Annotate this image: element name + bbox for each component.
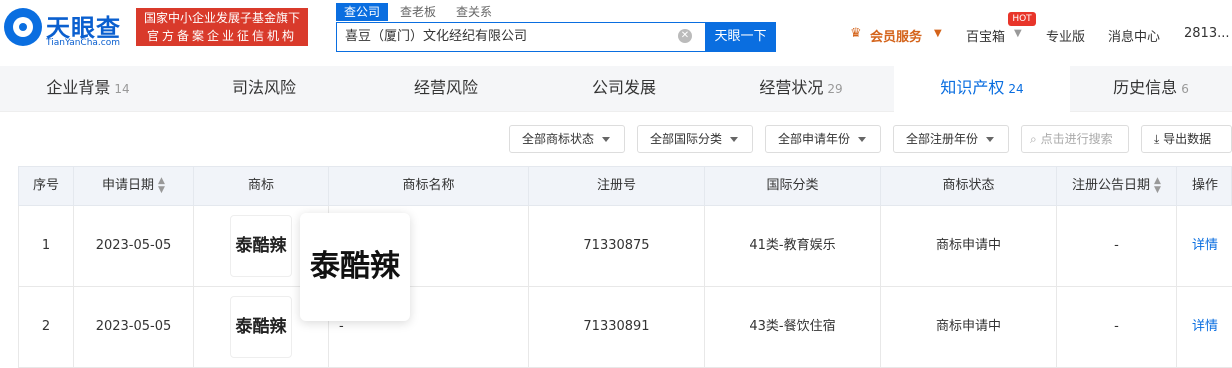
tab-intellectual-property[interactable]: 知识产权 24 xyxy=(894,66,1070,112)
search-tab-boss[interactable]: 查老板 xyxy=(392,3,444,21)
status-filter-dropdown[interactable]: 全部商标状态 xyxy=(509,125,625,153)
col-intl-class: 国际分类 xyxy=(705,167,881,207)
table-header: 序号 申请日期 ▲ ▼ 商标 商标名称 注册号 国际分类 商标状态 注册公告日期 ▲ ▼… xyxy=(18,166,1232,207)
cell-reg-number: 71330875 xyxy=(529,206,705,286)
chevron-down-icon xyxy=(730,137,739,142)
tab-label: 司法风险 xyxy=(231,78,296,97)
cell-apply-date: 2023-05-05 xyxy=(74,206,194,286)
filter-label: 全部申请年份 xyxy=(778,132,851,146)
tab-legal-risk[interactable]: 司法风险 xyxy=(176,66,352,112)
search-tab-company[interactable]: 查公司 xyxy=(336,3,389,21)
detail-link[interactable]: 详情 xyxy=(1177,287,1232,367)
cell-index: 1 xyxy=(19,206,74,286)
chevron-down-icon xyxy=(602,137,611,142)
sort-icon: ▲ ▼ xyxy=(1154,175,1161,195)
crown-icon: ♛ xyxy=(850,26,862,41)
filter-label: 全部商标状态 xyxy=(522,132,595,146)
search-tab-relation[interactable]: 查关系 xyxy=(448,3,500,21)
tab-operation-risk[interactable]: 经营风险 xyxy=(352,66,540,112)
export-label: 导出数据 xyxy=(1163,132,1212,146)
search-type-tabs: 查公司 查老板 查关系 xyxy=(336,3,504,21)
intl-class-filter-dropdown[interactable]: 全部国际分类 xyxy=(637,125,753,153)
detail-link[interactable]: 详情 xyxy=(1177,206,1232,286)
chevron-down-icon xyxy=(858,137,867,142)
section-tabs: 企业背景 14 司法风险 经营风险 公司发展 经营状况 29 知识产权 24 历史信息… xyxy=(0,66,1232,112)
cell-intl-class: 43类-餐饮住宿 xyxy=(705,287,881,367)
tab-business-status[interactable]: 经营状况 29 xyxy=(708,66,894,112)
cell-status: 商标申请中 xyxy=(881,206,1057,286)
col-label: 注册公告日期 xyxy=(1072,178,1151,193)
top-header: 天眼查 TianYanCha.com 国家中小企业发展子基金旗下 官方备案企业征… xyxy=(0,0,1232,66)
vip-service-link[interactable]: 会员服务 xyxy=(870,26,922,45)
tab-count: 14 xyxy=(114,82,130,96)
col-index: 序号 xyxy=(19,167,74,207)
tab-label: 经营风险 xyxy=(413,78,478,97)
tab-label: 公司发展 xyxy=(591,78,656,97)
search-icon: ⌕ xyxy=(1030,132,1037,146)
col-status: 商标状态 xyxy=(881,167,1057,207)
tab-count: 6 xyxy=(1181,82,1189,96)
col-trademark-name: 商标名称 xyxy=(329,167,529,207)
col-trademark: 商标 xyxy=(194,167,329,207)
reg-year-filter-dropdown[interactable]: 全部注册年份 xyxy=(893,125,1009,153)
trademark-preview-popup: 泰酷辣 xyxy=(300,213,410,321)
filter-label: 全部国际分类 xyxy=(650,132,723,146)
cell-status: 商标申请中 xyxy=(881,287,1057,367)
filter-label: 全部注册年份 xyxy=(906,132,979,146)
chevron-down-icon: ▼ xyxy=(934,28,942,39)
search-input[interactable]: 喜豆（厦门）文化经纪有限公司 xyxy=(336,22,706,52)
tab-label: 知识产权 xyxy=(940,78,1005,97)
tab-label: 经营状况 xyxy=(759,78,824,97)
hot-badge: HOT xyxy=(1008,12,1036,26)
tab-label: 企业背景 xyxy=(46,78,111,97)
table-row: 1 2023-05-05 71330875 41类-教育娱乐 商标申请中 - 详… xyxy=(18,206,1232,287)
user-account[interactable]: 2813... xyxy=(1184,26,1229,41)
tab-development[interactable]: 公司发展 xyxy=(540,66,708,112)
toolbox-link[interactable]: 百宝箱 xyxy=(966,26,1005,45)
tab-history[interactable]: 历史信息 6 xyxy=(1070,66,1232,112)
cell-pub-date: - xyxy=(1057,206,1177,286)
cell-index: 2 xyxy=(19,287,74,367)
site-logo[interactable]: 天眼查 TianYanCha.com xyxy=(4,6,130,50)
trademark-image[interactable]: 泰酷辣 xyxy=(230,296,292,358)
table-row: 2 2023-05-05 - 71330891 43类-餐饮住宿 商标申请中 -… xyxy=(18,287,1232,368)
chevron-down-icon xyxy=(986,137,995,142)
download-icon: ⤓ xyxy=(1154,132,1160,146)
cell-pub-date: - xyxy=(1057,287,1177,367)
logo-eye-icon xyxy=(4,8,42,46)
search-placeholder: 点击进行搜索 xyxy=(1040,132,1113,146)
search-button[interactable]: 天眼一下 xyxy=(705,22,776,52)
cell-apply-date: 2023-05-05 xyxy=(74,287,194,367)
tab-count: 29 xyxy=(827,82,843,96)
badge-line2: 官方备案企业征信机构 xyxy=(146,29,297,43)
badge-line1: 国家中小企业发展子基金旗下 xyxy=(143,11,300,25)
col-apply-date[interactable]: 申请日期 ▲ ▼ xyxy=(74,167,194,207)
table-search-input[interactable]: ⌕ 点击进行搜索 xyxy=(1021,125,1129,153)
export-button[interactable]: ⤓ 导出数据 xyxy=(1141,125,1232,153)
col-reg-number: 注册号 xyxy=(529,167,705,207)
message-center-link[interactable]: 消息中心 xyxy=(1108,26,1160,45)
chevron-down-icon: ▼ xyxy=(1014,28,1022,39)
pro-version-link[interactable]: 专业版 xyxy=(1046,26,1085,45)
official-badge: 国家中小企业发展子基金旗下 官方备案企业征信机构 xyxy=(136,8,308,46)
col-action: 操作 xyxy=(1191,178,1218,193)
sort-icon: ▲ ▼ xyxy=(158,175,165,195)
col-pub-date[interactable]: 注册公告日期 ▲ ▼ xyxy=(1057,167,1177,207)
tab-background[interactable]: 企业背景 14 xyxy=(0,66,176,112)
trademark-image[interactable]: 泰酷辣 xyxy=(230,215,292,277)
clear-icon[interactable]: ✕ xyxy=(678,29,692,43)
cell-reg-number: 71330891 xyxy=(529,287,705,367)
logo-domain: TianYanCha.com xyxy=(46,38,121,48)
tab-label: 历史信息 xyxy=(1113,78,1178,97)
cell-intl-class: 41类-教育娱乐 xyxy=(705,206,881,286)
col-label: 申请日期 xyxy=(102,178,155,193)
apply-year-filter-dropdown[interactable]: 全部申请年份 xyxy=(765,125,881,153)
tab-count: 24 xyxy=(1008,82,1024,96)
